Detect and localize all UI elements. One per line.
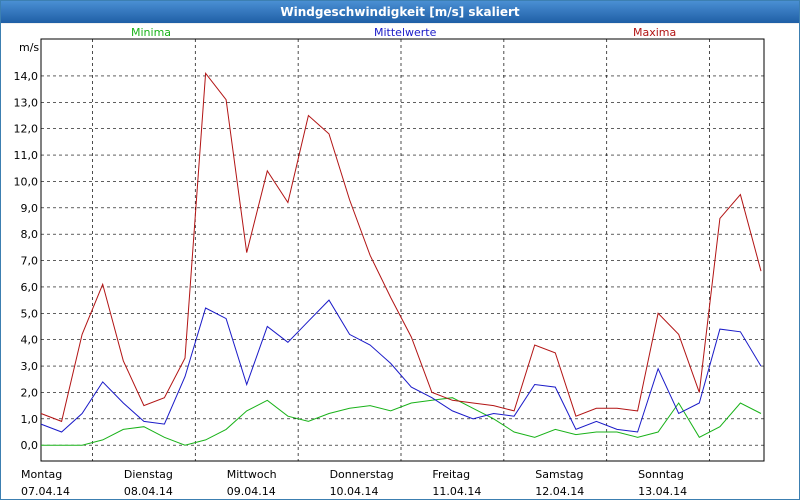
y-tick-label: 6,0 <box>21 281 39 294</box>
day-label-date: 13.04.14 <box>638 485 687 498</box>
day-label-date: 09.04.14 <box>227 485 276 498</box>
legend-mittelwerte: Mittelwerte <box>374 26 437 39</box>
day-label-date: 08.04.14 <box>124 485 173 498</box>
day-labels: Montag 07.04.14 Dienstag 08.04.14 Mittwoch 09… <box>21 468 687 498</box>
day-label-weekday: Montag <box>21 468 62 481</box>
y-tick-label: 11,0 <box>14 149 39 162</box>
day-label-date: 11.04.14 <box>432 485 481 498</box>
day-label-weekday: Freitag <box>432 468 470 481</box>
y-tick-label: 0,0 <box>21 439 39 452</box>
day-label-weekday: Samstag <box>535 468 583 481</box>
y-tick-label: 10,0 <box>14 175 39 188</box>
day-label-date: 10.04.14 <box>330 485 379 498</box>
legend-minima: Minima <box>131 26 171 39</box>
y-tick-label: 14,0 <box>14 70 39 83</box>
y-tick-label: 8,0 <box>21 228 39 241</box>
grid <box>41 39 764 461</box>
day-label-weekday: Mittwoch <box>227 468 277 481</box>
day-label-date: 12.04.14 <box>535 485 584 498</box>
y-tick-label: 5,0 <box>21 307 39 320</box>
y-tick-label: 4,0 <box>21 334 39 347</box>
day-label-weekday: Donnerstag <box>330 468 394 481</box>
day-label-weekday: Dienstag <box>124 468 173 481</box>
chart-window: Windgeschwindigkeit [m/s] skaliert Minim… <box>0 0 800 500</box>
series-line-min <box>41 397 762 446</box>
plot-area: Minima Mittelwerte Maxima m/s 0,0 1,0 2,0 3… <box>1 24 799 499</box>
window-title: Windgeschwindigkeit [m/s] skaliert <box>1 1 799 23</box>
y-tick-label: 3,0 <box>21 360 39 373</box>
wind-speed-chart: Minima Mittelwerte Maxima m/s 0,0 1,0 2,0 3… <box>14 26 765 498</box>
y-tick-label: 12,0 <box>14 123 39 136</box>
day-label-weekday: Sonntag <box>638 468 684 481</box>
y-tick-label: 9,0 <box>21 202 39 215</box>
y-tick-label: 1,0 <box>21 413 39 426</box>
y-tick-labels: 0,0 1,0 2,0 3,0 4,0 5,0 6,0 7,0 8,0 9,0 10,0 11,0 12… <box>14 70 39 452</box>
y-axis-unit: m/s <box>19 41 39 54</box>
y-tick-label: 2,0 <box>21 386 39 399</box>
legend-maxima: Maxima <box>633 26 676 39</box>
y-tick-label: 13,0 <box>14 96 39 109</box>
y-tick-label: 7,0 <box>21 255 39 268</box>
day-label-date: 07.04.14 <box>21 485 70 498</box>
